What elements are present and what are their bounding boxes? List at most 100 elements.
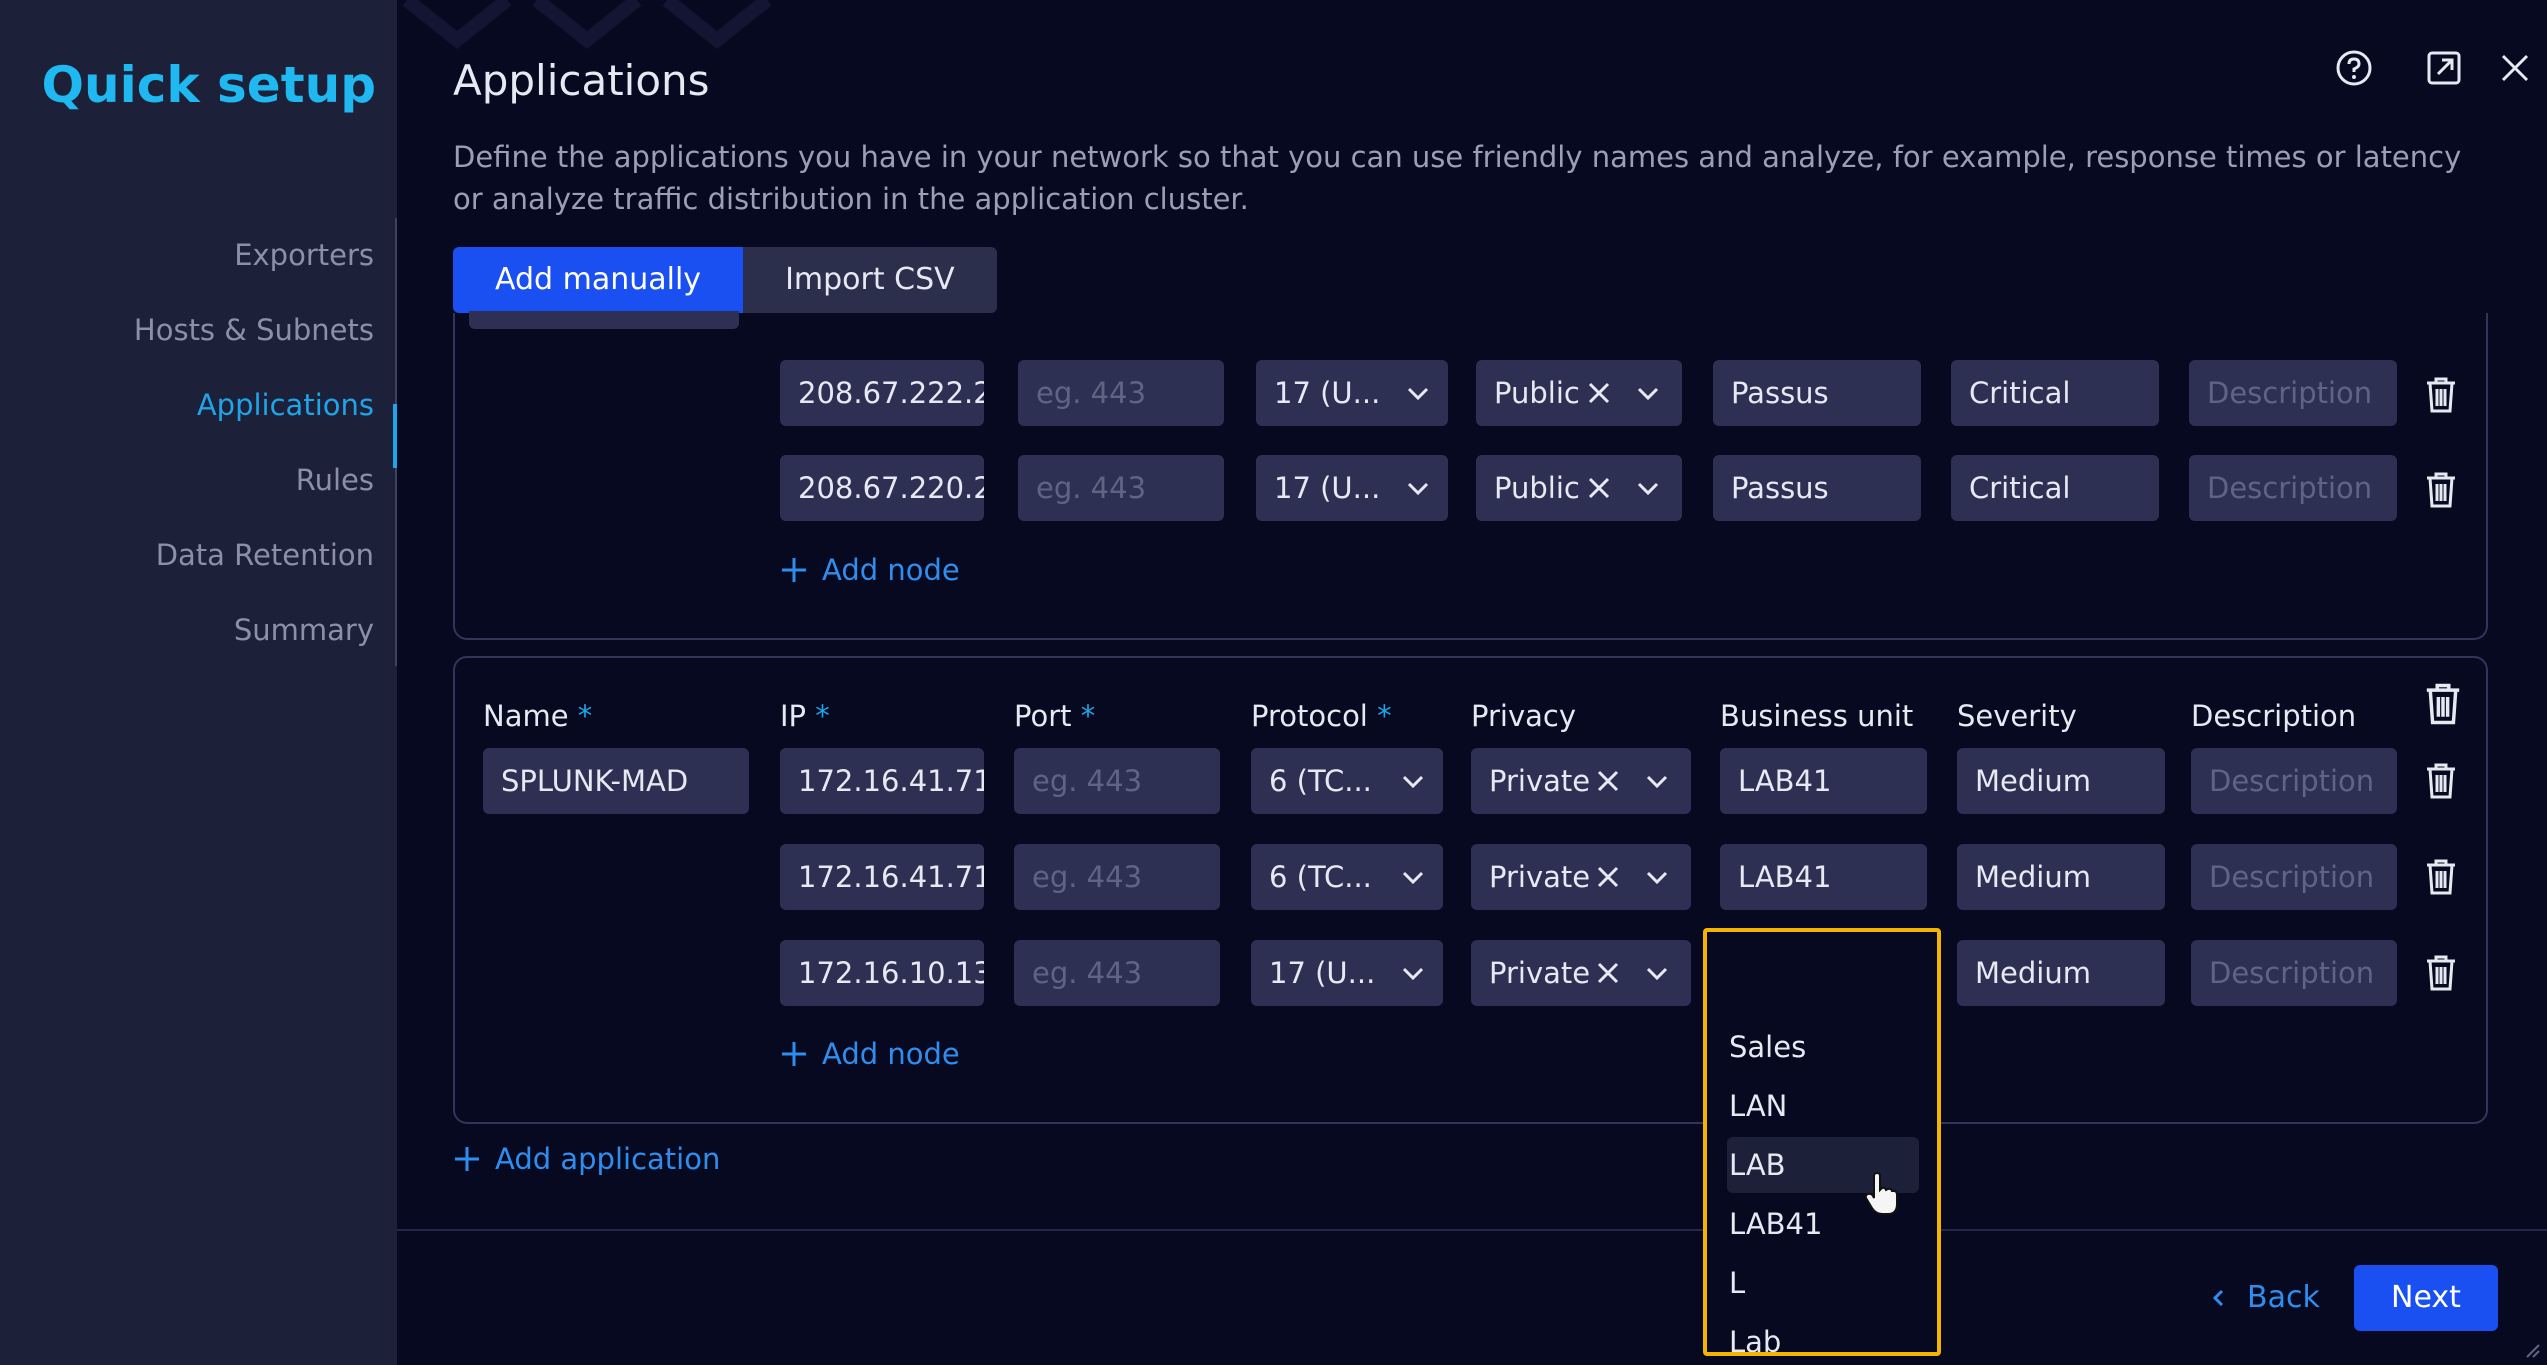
add-node-button[interactable]: Add node	[780, 553, 960, 587]
port-input[interactable]: eg. 443	[1014, 844, 1220, 910]
protocol-value: 17 (U...	[1269, 956, 1376, 990]
port-input[interactable]: eg. 443	[1018, 455, 1224, 521]
delete-node-icon[interactable]	[2424, 858, 2458, 896]
delete-node-icon[interactable]	[2424, 471, 2458, 509]
privacy-select[interactable]: Private	[1471, 844, 1691, 910]
chevron-down-icon	[1402, 775, 1424, 789]
privacy-value: Public	[1494, 471, 1580, 505]
clear-icon[interactable]	[1595, 768, 1621, 794]
business-unit-input[interactable]: LAB41	[1720, 844, 1927, 910]
business-unit-input[interactable]: LAB41	[1720, 748, 1927, 814]
column-label-privacy: Privacy	[1471, 699, 1576, 733]
privacy-select[interactable]: Private	[1471, 748, 1691, 814]
severity-input[interactable]: Critical	[1951, 455, 2159, 521]
chevron-down-icon	[1402, 871, 1424, 885]
delete-node-icon[interactable]	[2424, 376, 2458, 414]
chevron-down-icon	[1407, 482, 1429, 496]
severity-input[interactable]: Medium	[1957, 844, 2165, 910]
step-applications[interactable]: Applications	[197, 388, 374, 422]
protocol-value: 17 (U...	[1274, 471, 1381, 505]
ip-input[interactable]: 172.16.10.133	[780, 940, 984, 1006]
footer-divider	[397, 1229, 2547, 1231]
add-application-button[interactable]: Add application	[453, 1142, 720, 1176]
clear-icon[interactable]	[1586, 475, 1612, 501]
description-input[interactable]: Description	[2191, 844, 2397, 910]
back-button[interactable]: Back	[2207, 1266, 2320, 1330]
add-application-label: Add application	[495, 1142, 721, 1176]
ip-input[interactable]: 208.67.222.222	[780, 360, 984, 426]
privacy-value: Public	[1494, 376, 1580, 410]
background-pattern	[402, 0, 772, 49]
column-label-severity: Severity	[1957, 699, 2077, 733]
privacy-value: Private	[1489, 860, 1591, 894]
business-unit-input[interactable]: Passus	[1713, 360, 1921, 426]
page-description: Define the applications you have in your…	[453, 140, 2462, 216]
dropdown-option[interactable]: Lab	[1729, 1325, 1781, 1352]
severity-input[interactable]: Critical	[1951, 360, 2159, 426]
hand-cursor-icon	[1864, 1172, 1898, 1215]
step-exporters[interactable]: Exporters	[234, 238, 374, 272]
main-panel: Applications Define the applications you…	[397, 0, 2547, 1365]
tab-add-manually[interactable]: Add manually	[453, 247, 744, 313]
description-input[interactable]: Description	[2189, 455, 2397, 521]
protocol-select[interactable]: 17 (U...	[1251, 940, 1443, 1006]
column-label-name: Name *	[483, 699, 593, 733]
help-icon[interactable]	[2334, 48, 2374, 88]
severity-input[interactable]: Medium	[1957, 748, 2165, 814]
chevron-left-icon	[2212, 1289, 2224, 1307]
add-node-label: Add node	[822, 1037, 960, 1071]
back-label: Back	[2247, 1280, 2320, 1315]
privacy-select[interactable]: Private	[1471, 940, 1691, 1006]
privacy-select[interactable]: Public	[1476, 455, 1682, 521]
close-icon[interactable]	[2495, 48, 2535, 88]
delete-application-icon[interactable]	[2423, 682, 2463, 726]
application-name-input[interactable]: SPLUNK-MAD	[483, 748, 749, 814]
dropdown-option[interactable]: Sales	[1729, 1030, 1806, 1064]
delete-node-icon[interactable]	[2424, 954, 2458, 992]
protocol-value: 6 (TC...	[1269, 764, 1372, 798]
expand-icon[interactable]	[2424, 48, 2464, 88]
column-label-protocol: Protocol *	[1251, 699, 1392, 733]
port-input[interactable]: eg. 443	[1018, 360, 1224, 426]
plus-icon	[455, 1147, 479, 1171]
protocol-select[interactable]: 6 (TC...	[1251, 844, 1443, 910]
ip-input[interactable]: 172.16.41.71	[780, 748, 984, 814]
protocol-select[interactable]: 17 (U...	[1256, 360, 1448, 426]
step-rules[interactable]: Rules	[296, 463, 374, 497]
tab-bar: Add manually Import CSV	[453, 247, 997, 313]
business-unit-input[interactable]: Passus	[1713, 455, 1921, 521]
clear-icon[interactable]	[1586, 380, 1612, 406]
step-summary[interactable]: Summary	[234, 613, 374, 647]
clear-icon[interactable]	[1595, 960, 1621, 986]
plus-icon	[782, 558, 806, 582]
step-data-retention[interactable]: Data Retention	[156, 538, 374, 572]
next-button[interactable]: Next	[2354, 1265, 2498, 1331]
chevron-down-icon	[1637, 387, 1659, 401]
ip-input[interactable]: 208.67.220.222	[780, 455, 984, 521]
chevron-down-icon	[1646, 871, 1668, 885]
description-input[interactable]: Description	[2191, 748, 2397, 814]
dropdown-option[interactable]: LAN	[1729, 1089, 1787, 1123]
port-input[interactable]: eg. 443	[1014, 940, 1220, 1006]
privacy-select[interactable]: Public	[1476, 360, 1682, 426]
column-label-port: Port *	[1014, 699, 1096, 733]
delete-node-icon[interactable]	[2424, 762, 2458, 800]
protocol-select[interactable]: 6 (TC...	[1251, 748, 1443, 814]
clear-icon[interactable]	[1595, 864, 1621, 890]
dropdown-option[interactable]: L	[1729, 1266, 1745, 1300]
description-input[interactable]: Description	[2191, 940, 2397, 1006]
port-input[interactable]: eg. 443	[1014, 748, 1220, 814]
privacy-value: Private	[1489, 956, 1591, 990]
dropdown-option[interactable]: LAB41	[1729, 1207, 1822, 1241]
page-title: Applications	[453, 56, 710, 105]
add-node-button[interactable]: Add node	[780, 1037, 960, 1071]
resize-grip-icon[interactable]	[2523, 1341, 2541, 1359]
chevron-down-icon	[1637, 482, 1659, 496]
protocol-select[interactable]: 17 (U...	[1256, 455, 1448, 521]
description-input[interactable]: Description	[2189, 360, 2397, 426]
tab-import-csv[interactable]: Import CSV	[743, 247, 997, 313]
ip-input[interactable]: 172.16.41.71	[780, 844, 984, 910]
dropdown-option-hovered[interactable]: LAB	[1729, 1148, 1786, 1182]
severity-input[interactable]: Medium	[1957, 940, 2165, 1006]
step-hosts-subnets[interactable]: Hosts & Subnets	[134, 313, 374, 347]
